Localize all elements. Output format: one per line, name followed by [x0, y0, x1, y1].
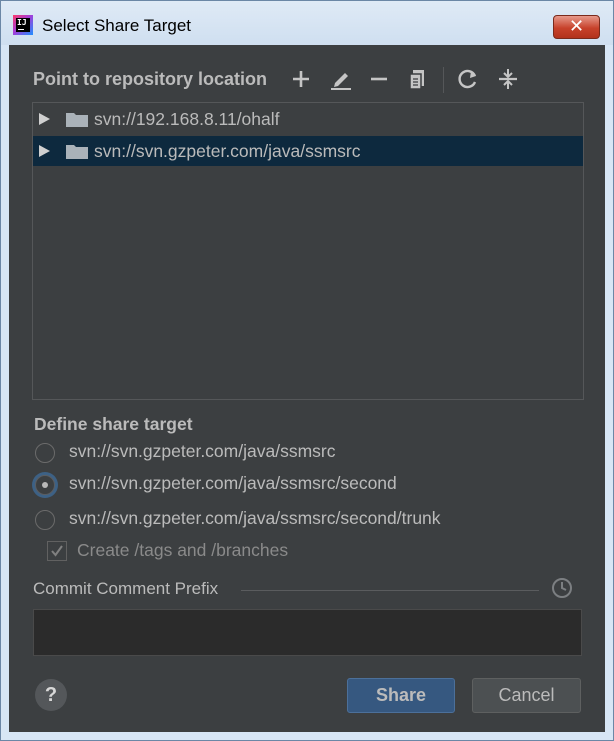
radio-label[interactable]: svn://svn.gzpeter.com/java/ssmsrc/second…: [69, 508, 441, 529]
expand-arrow-icon[interactable]: [39, 113, 50, 125]
checkmark-icon: [51, 545, 63, 557]
repository-url: svn://svn.gzpeter.com/java/ssmsrc: [94, 141, 361, 161]
history-clock-icon[interactable]: [550, 576, 574, 600]
dialog-content: Point to repository location svn://192.1…: [9, 45, 605, 732]
repository-url: svn://192.168.8.11/ohalf: [94, 109, 280, 129]
radio-label[interactable]: svn://svn.gzpeter.com/java/ssmsrc: [69, 441, 335, 462]
title-bar[interactable]: IJ Select Share Target ✕: [1, 1, 613, 45]
radio-button[interactable]: [35, 443, 55, 463]
collapse-icon[interactable]: [496, 67, 520, 91]
cancel-button[interactable]: Cancel: [472, 678, 581, 713]
help-button[interactable]: ?: [35, 679, 67, 711]
create-tags-label[interactable]: Create /tags and /branches: [77, 540, 288, 561]
window-title: Select Share Target: [42, 16, 191, 35]
remove-icon[interactable]: [367, 67, 391, 91]
dialog-window: IJ Select Share Target ✕ Point to reposi…: [0, 0, 614, 741]
radio-button-checked[interactable]: [35, 475, 55, 495]
toolbar-label: Point to repository location: [33, 69, 268, 89]
help-icon: ?: [44, 684, 58, 706]
separator-line: [241, 590, 539, 591]
folder-icon: [66, 145, 88, 159]
expand-arrow-icon[interactable]: [39, 145, 50, 157]
folder-icon: [66, 113, 88, 127]
edit-icon[interactable]: [329, 67, 353, 91]
copy-icon[interactable]: [406, 67, 430, 91]
commit-prefix-input[interactable]: [33, 609, 582, 656]
close-button[interactable]: ✕: [553, 15, 600, 39]
toolbar-separator: [443, 67, 444, 93]
radio-button[interactable]: [35, 510, 55, 530]
commit-prefix-label: Commit Comment Prefix: [33, 579, 219, 598]
tree-row[interactable]: svn://192.168.8.11/ohalf: [33, 104, 583, 134]
share-button[interactable]: Share: [347, 678, 455, 713]
share-target-title: Define share target: [34, 414, 193, 434]
create-tags-checkbox[interactable]: [47, 541, 67, 561]
refresh-icon[interactable]: [456, 67, 480, 91]
tree-row-selected[interactable]: svn://svn.gzpeter.com/java/ssmsrc: [33, 136, 583, 166]
radio-label[interactable]: svn://svn.gzpeter.com/java/ssmsrc/second: [69, 473, 397, 494]
close-icon: ✕: [568, 16, 585, 37]
intellij-app-icon: IJ: [13, 15, 33, 35]
repository-tree[interactable]: svn://192.168.8.11/ohalf svn://svn.gzpet…: [32, 102, 584, 400]
add-icon[interactable]: [289, 67, 313, 91]
